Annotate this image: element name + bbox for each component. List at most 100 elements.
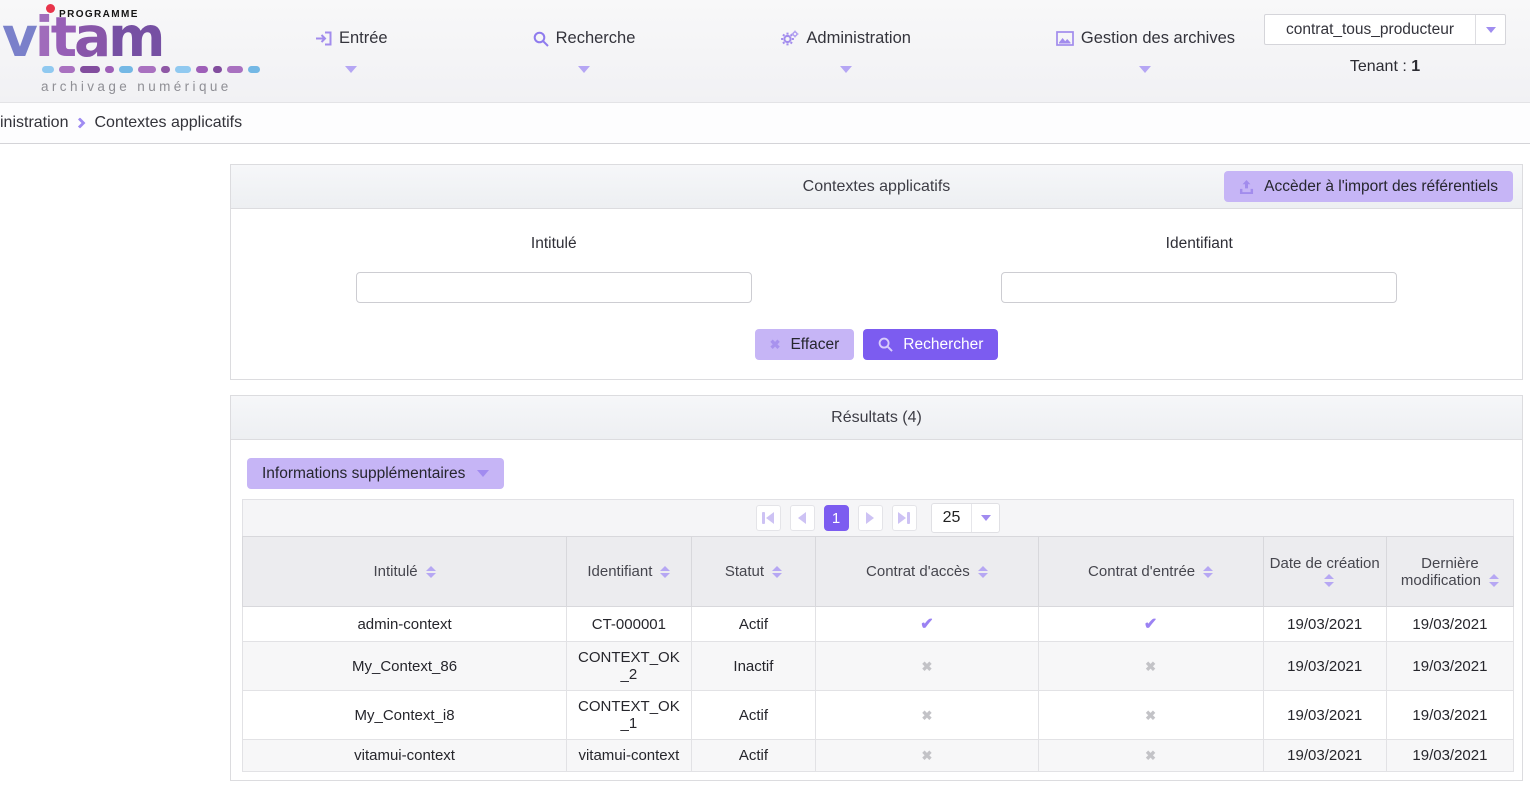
first-page-button[interactable]	[756, 505, 781, 531]
table-row[interactable]: My_Context_86CONTEXT_OK_2Inactif✖✖19/03/…	[243, 642, 1514, 691]
breadcrumb-item-administration[interactable]: inistration	[0, 114, 68, 132]
cell-derniere-modification: 19/03/2021	[1386, 691, 1513, 740]
cell-date-creation: 19/03/2021	[1263, 691, 1386, 740]
image-icon	[1056, 31, 1074, 46]
import-referentiels-button[interactable]: Accèder à l'import des référentiels	[1224, 171, 1513, 202]
column-header-label: Contrat d'entrée	[1088, 563, 1195, 580]
informations-supplementaires-button[interactable]: Informations supplémentaires	[247, 458, 504, 489]
last-page-button[interactable]	[892, 505, 917, 531]
page-size-select[interactable]: 25	[931, 503, 1001, 533]
cell-statut: Inactif	[691, 642, 816, 691]
cell-statut: Actif	[691, 740, 816, 772]
current-page-button[interactable]: 1	[824, 505, 849, 531]
table-row[interactable]: vitamui-contextvitamui-contextActif✖✖19/…	[243, 740, 1514, 772]
cell-contrat-entree: ✖	[1038, 691, 1263, 740]
cell-intitule: vitamui-context	[243, 740, 567, 772]
search-panel: Contextes applicatifs Accèder à l'import…	[230, 164, 1523, 380]
column-header-contrat-entree[interactable]: Contrat d'entrée	[1038, 537, 1263, 607]
search-form: Intitulé Identifiant ✖ Effacer	[231, 209, 1522, 379]
chevron-down-icon	[840, 60, 852, 78]
intitule-input[interactable]	[356, 272, 752, 303]
cross-icon: ✖	[1145, 748, 1156, 763]
cell-intitule: My_Context_i8	[243, 691, 567, 740]
results-body: Informations supplémentaires 1 25	[231, 440, 1522, 772]
table-header-row: Intitulé Identifiant Statut Contrat d'ac…	[243, 537, 1514, 607]
column-header-derniere-modification[interactable]: Dernière modification	[1386, 537, 1513, 607]
vitam-logo[interactable]: PROGRAMME vitam archivage numérique	[4, 2, 274, 100]
column-header-label: Identifiant	[587, 563, 652, 580]
column-header-statut[interactable]: Statut	[691, 537, 816, 607]
contract-select[interactable]: contrat_tous_producteur	[1264, 14, 1506, 45]
sort-icon[interactable]	[1489, 574, 1499, 587]
nav-item-gestion-archives[interactable]: Gestion des archives	[1056, 29, 1235, 78]
sort-icon[interactable]	[1324, 574, 1334, 587]
search-button[interactable]: Rechercher	[863, 329, 998, 360]
chevron-down-icon	[345, 60, 357, 78]
identifiant-input[interactable]	[1001, 272, 1397, 303]
logo-dotted-line	[42, 66, 260, 73]
sort-icon[interactable]	[660, 566, 670, 579]
clear-button[interactable]: ✖ Effacer	[755, 329, 855, 360]
column-header-identifiant[interactable]: Identifiant	[567, 537, 692, 607]
cross-icon: ✖	[921, 708, 932, 723]
column-header-label: Intitulé	[373, 563, 417, 580]
cell-identifiant: CONTEXT_OK_2	[567, 642, 692, 691]
gears-icon	[780, 30, 799, 47]
nav-item-label: Administration	[806, 29, 911, 48]
column-header-date-creation[interactable]: Date de création	[1263, 537, 1386, 607]
nav-item-label: Recherche	[556, 29, 636, 48]
cell-contrat-acces: ✖	[816, 691, 1038, 740]
cell-contrat-entree: ✖	[1038, 642, 1263, 691]
search-button-label: Rechercher	[903, 336, 983, 354]
cell-derniere-modification: 19/03/2021	[1386, 740, 1513, 772]
results-table-wrap: 1 25	[242, 499, 1514, 772]
main-content: Contextes applicatifs Accèder à l'import…	[230, 164, 1523, 781]
breadcrumb: inistration Contextes applicatifs	[0, 103, 1530, 144]
chevron-down-icon	[1139, 60, 1151, 78]
nav-item-label: Entrée	[339, 29, 388, 48]
column-header-intitule[interactable]: Intitulé	[243, 537, 567, 607]
informations-supplementaires-label: Informations supplémentaires	[262, 465, 465, 483]
cell-contrat-entree: ✔	[1038, 607, 1263, 642]
upload-icon	[1239, 180, 1254, 194]
cell-derniere-modification: 19/03/2021	[1386, 642, 1513, 691]
search-panel-header: Contextes applicatifs Accèder à l'import…	[231, 165, 1522, 209]
header-right: contrat_tous_producteur Tenant : 1	[1264, 14, 1506, 76]
cell-intitule: admin-context	[243, 607, 567, 642]
nav-item-label: Gestion des archives	[1081, 29, 1235, 48]
column-header-label: Dernière modification	[1401, 555, 1481, 589]
cell-identifiant: vitamui-context	[567, 740, 692, 772]
clear-x-icon: ✖	[770, 337, 781, 353]
sort-icon[interactable]	[978, 566, 988, 579]
cross-icon: ✖	[1145, 659, 1156, 674]
sort-icon[interactable]	[772, 566, 782, 579]
column-header-label: Contrat d'accès	[866, 563, 970, 580]
check-icon: ✔	[1144, 616, 1157, 633]
chevron-down-icon	[1475, 15, 1505, 44]
search-icon	[533, 31, 549, 47]
nav-item-recherche[interactable]: Recherche	[533, 29, 636, 78]
contract-select-value: contrat_tous_producteur	[1265, 15, 1475, 44]
previous-page-button[interactable]	[790, 505, 815, 531]
next-page-button[interactable]	[858, 505, 883, 531]
chevron-down-icon	[477, 470, 489, 477]
table-row[interactable]: My_Context_i8CONTEXT_OK_1Actif✖✖19/03/20…	[243, 691, 1514, 740]
chevron-right-icon	[75, 117, 86, 128]
tenant-text: Tenant :	[1350, 58, 1407, 75]
table-row[interactable]: admin-contextCT-000001Actif✔✔19/03/20211…	[243, 607, 1514, 642]
cell-contrat-entree: ✖	[1038, 740, 1263, 772]
tenant-value: 1	[1411, 58, 1420, 75]
chevron-down-icon	[578, 60, 590, 78]
sort-icon[interactable]	[426, 566, 436, 579]
import-button-label: Accèder à l'import des référentiels	[1264, 178, 1498, 196]
column-header-contrat-acces[interactable]: Contrat d'accès	[816, 537, 1038, 607]
intitule-label: Intitulé	[531, 235, 577, 253]
logo-tagline: archivage numérique	[41, 79, 232, 94]
nav-item-administration[interactable]: Administration	[780, 29, 911, 78]
nav-item-entree[interactable]: Entrée	[315, 29, 388, 78]
cell-statut: Actif	[691, 691, 816, 740]
page: PROGRAMME vitam archivage numérique Entr…	[0, 0, 1530, 781]
cross-icon: ✖	[1145, 708, 1156, 723]
sort-icon[interactable]	[1203, 566, 1213, 579]
column-header-label: Statut	[725, 563, 764, 580]
